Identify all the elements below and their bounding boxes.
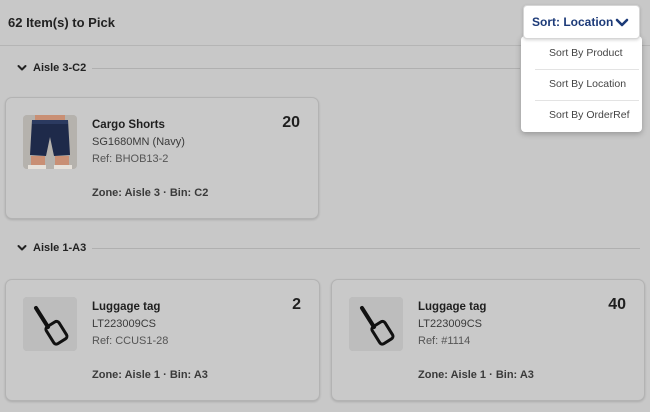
sort-button-label: Sort: Location <box>532 15 614 29</box>
order-ref: Ref: #1114 <box>418 335 471 347</box>
group-header-aisle-1-a3[interactable]: Aisle 1-A3 <box>17 240 86 256</box>
pick-item-card[interactable]: Luggage tag LT223009CS Ref: #1114 40 Zon… <box>331 279 645 401</box>
order-ref: Ref: CCUS1-28 <box>92 335 169 347</box>
sort-option-product[interactable]: Sort By Product <box>535 38 639 68</box>
pick-quantity: 2 <box>292 296 301 313</box>
pick-item-card[interactable]: Luggage tag LT223009CS Ref: CCUS1-28 2 Z… <box>5 279 320 401</box>
pick-item-card[interactable]: Cargo Shorts SG1680MN (Navy) Ref: BHOB13… <box>5 97 319 219</box>
sort-option-location[interactable]: Sort By Location <box>535 69 639 99</box>
product-name: Luggage tag <box>418 301 487 313</box>
group-divider <box>92 248 640 249</box>
zone-bin-location: Zone: Aisle 3 · Bin: C2 <box>92 187 209 199</box>
group-header-aisle-3-c2[interactable]: Aisle 3-C2 <box>17 60 86 76</box>
pick-quantity: 20 <box>282 114 300 131</box>
group-label: Aisle 3-C2 <box>33 62 87 74</box>
product-image <box>349 297 403 351</box>
zone-bin-location: Zone: Aisle 1 · Bin: A3 <box>418 369 534 381</box>
product-image <box>23 297 77 351</box>
cargo-shorts-image <box>23 115 77 169</box>
sort-options-list: Sort By Product Sort By Location Sort By… <box>535 38 639 130</box>
sort-option-orderref[interactable]: Sort By OrderRef <box>535 100 639 130</box>
luggage-tag-icon <box>349 297 403 351</box>
chevron-down-icon <box>17 245 27 251</box>
product-image <box>23 115 77 169</box>
product-name: Cargo Shorts <box>92 119 165 131</box>
product-name: Luggage tag <box>92 301 161 313</box>
zone-bin-location: Zone: Aisle 1 · Bin: A3 <box>92 369 208 381</box>
product-sku: LT223009CS <box>92 318 157 330</box>
sort-dropdown-menu: Sort By Product Sort By Location Sort By… <box>521 36 642 132</box>
page-title: 62 Item(s) to Pick <box>8 15 115 30</box>
group-divider <box>92 68 520 69</box>
order-ref: Ref: BHOB13-2 <box>92 153 169 165</box>
group-label: Aisle 1-A3 <box>33 242 87 254</box>
product-sku: SG1680MN (Navy) <box>92 136 185 148</box>
chevron-down-icon <box>615 18 629 27</box>
luggage-tag-icon <box>23 297 77 351</box>
sort-dropdown-button[interactable]: Sort: Location <box>523 5 640 39</box>
product-sku: LT223009CS <box>418 318 483 330</box>
chevron-down-icon <box>17 65 27 71</box>
pick-quantity: 40 <box>608 296 626 313</box>
